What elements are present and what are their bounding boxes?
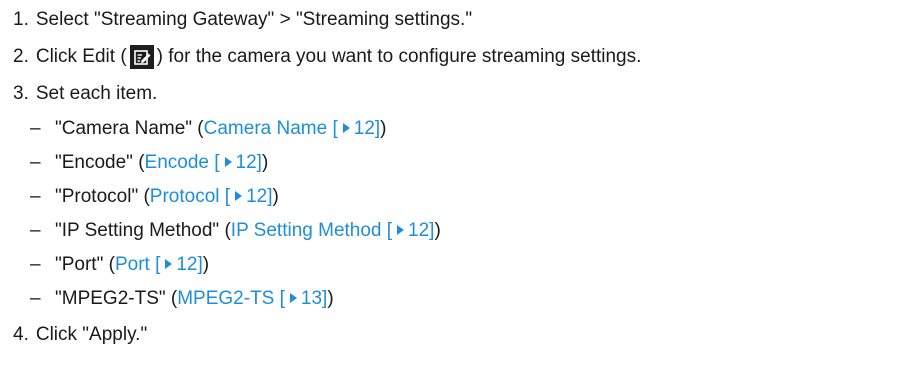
dash: – bbox=[30, 152, 41, 173]
step-2: 2. Click Edit ( ) for the camera you wan… bbox=[13, 38, 893, 75]
item-label: "Camera Name" ( bbox=[55, 118, 204, 139]
setting-items-list: – "Camera Name" ( Camera Name [ 12] ) – "… bbox=[13, 112, 893, 316]
camera-name-link[interactable]: Camera Name [ 12] bbox=[204, 112, 381, 146]
link-page: 12] bbox=[353, 118, 381, 139]
link-page: 12] bbox=[235, 152, 262, 173]
step-number: 2. bbox=[13, 46, 29, 67]
step-text-after: ) for the camera you want to configure s… bbox=[156, 46, 642, 67]
arrow-right-icon bbox=[342, 123, 350, 133]
item-close: ) bbox=[272, 186, 279, 207]
arrow-right-icon bbox=[165, 259, 173, 269]
link-page: 12] bbox=[176, 254, 203, 275]
link-page: 12] bbox=[408, 220, 435, 241]
link-page: 12] bbox=[246, 186, 273, 207]
list-item: – "Encode" ( Encode [ 12] ) bbox=[13, 146, 893, 180]
step-text-before: Click Edit ( bbox=[35, 46, 127, 67]
item-close: ) bbox=[380, 118, 387, 139]
list-item: – "IP Setting Method" ( IP Setting Metho… bbox=[13, 214, 893, 248]
item-label: "Protocol" ( bbox=[55, 186, 150, 207]
link-text: Port [ bbox=[114, 254, 161, 275]
item-label: "Port" ( bbox=[55, 254, 115, 275]
step-3: 3. Set each item. bbox=[13, 75, 893, 112]
link-text: MPEG2-TS [ bbox=[177, 288, 285, 309]
step-number: 3. bbox=[13, 83, 29, 104]
dash: – bbox=[30, 254, 41, 275]
item-close: ) bbox=[327, 288, 334, 309]
step-text: Set each item. bbox=[35, 83, 158, 104]
dash: – bbox=[30, 220, 41, 241]
step-text: Select "Streaming Gateway" > "Streaming … bbox=[35, 8, 473, 30]
item-label: "IP Setting Method" ( bbox=[55, 220, 231, 241]
arrow-right-icon bbox=[224, 157, 232, 167]
arrow-right-icon bbox=[397, 225, 405, 235]
port-link[interactable]: Port [ 12] bbox=[115, 248, 203, 282]
item-close: ) bbox=[202, 254, 210, 275]
edit-icon[interactable] bbox=[129, 44, 154, 69]
procedure-steps: 1. Select "Streaming Gateway" > "Streami… bbox=[13, 0, 893, 353]
arrow-right-icon bbox=[289, 293, 297, 303]
step-number: 4. bbox=[13, 324, 29, 345]
step-1: 1. Select "Streaming Gateway" > "Streami… bbox=[13, 0, 893, 38]
link-text: IP Setting Method [ bbox=[230, 220, 393, 241]
link-text: Protocol [ bbox=[149, 186, 231, 207]
dash: – bbox=[30, 118, 41, 139]
list-item: – "Protocol" ( Protocol [ 12] ) bbox=[13, 180, 893, 214]
list-item: – "MPEG2-TS" ( MPEG2-TS [ 13] ) bbox=[13, 282, 893, 316]
arrow-right-icon bbox=[235, 191, 243, 201]
dash: – bbox=[30, 186, 41, 207]
dash: – bbox=[30, 288, 41, 309]
list-item: – "Port" ( Port [ 12] ) bbox=[13, 248, 893, 282]
protocol-link[interactable]: Protocol [ 12] bbox=[150, 180, 273, 214]
mpeg2-ts-link[interactable]: MPEG2-TS [ 13] bbox=[177, 282, 327, 316]
link-text: Encode [ bbox=[144, 152, 220, 173]
encode-link[interactable]: Encode [ 12] bbox=[145, 146, 262, 180]
item-close: ) bbox=[261, 152, 269, 173]
step-4: 4. Click "Apply." bbox=[13, 316, 893, 353]
item-label: "Encode" ( bbox=[55, 152, 145, 173]
step-number: 1. bbox=[13, 8, 29, 30]
link-page: 13] bbox=[300, 288, 328, 309]
step-text: Click "Apply." bbox=[35, 324, 148, 345]
item-close: ) bbox=[434, 220, 441, 241]
link-text: Camera Name [ bbox=[203, 118, 338, 139]
ip-setting-method-link[interactable]: IP Setting Method [ 12] bbox=[231, 214, 435, 248]
list-item: – "Camera Name" ( Camera Name [ 12] ) bbox=[13, 112, 893, 146]
item-label: "MPEG2-TS" ( bbox=[55, 288, 178, 309]
